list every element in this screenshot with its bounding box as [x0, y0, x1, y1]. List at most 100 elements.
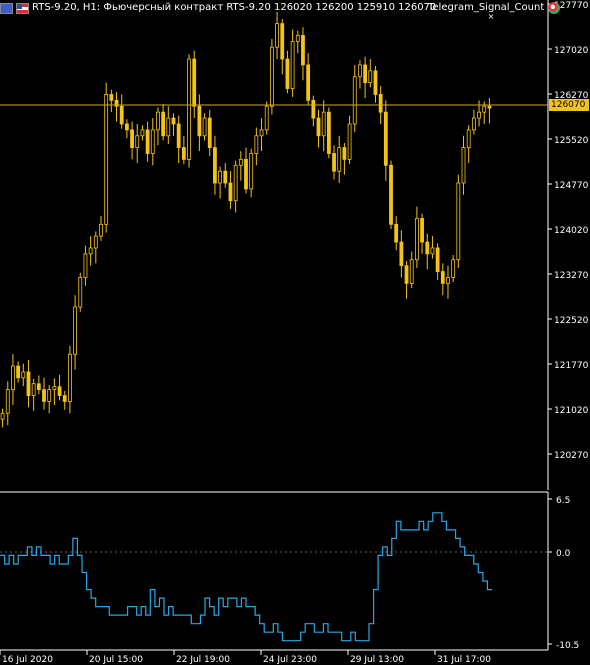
- indicator-axis: 6.5 0.0 -10.5: [548, 496, 579, 651]
- candle-body: [295, 35, 300, 42]
- candle-body: [233, 164, 238, 202]
- candle-body: [161, 111, 166, 137]
- candle-body: [78, 277, 83, 308]
- candle-body: [321, 111, 326, 137]
- candle-body: [415, 218, 419, 261]
- candle-body: [192, 58, 197, 107]
- candle-body: [404, 265, 409, 284]
- time-tick-label: 20 Jul 15:00: [89, 655, 143, 665]
- candle-body: [316, 117, 321, 137]
- candle-body: [269, 46, 274, 107]
- candle-body: [16, 365, 21, 379]
- candle-body: [451, 259, 456, 278]
- time-tick-label: 22 Jul 19:00: [176, 655, 230, 665]
- chart-canvas[interactable]: 1277701270201262701255201247701240201232…: [0, 0, 590, 665]
- price-tick-label: 124770: [554, 181, 589, 191]
- candle-body: [187, 58, 191, 160]
- flag-icon-us: [16, 2, 29, 14]
- symbol-info: RTS-9.20, H1: Фьючерсный контракт RTS-9.…: [32, 2, 437, 13]
- candle-body: [156, 111, 160, 131]
- candle-body: [461, 147, 466, 184]
- candle-body: [57, 386, 62, 396]
- candle-body: [119, 105, 124, 125]
- candle-body: [456, 182, 461, 261]
- candle-body: [477, 111, 481, 119]
- candle-body: [135, 135, 140, 148]
- candle-body: [471, 117, 476, 131]
- candle-body: [409, 259, 414, 284]
- time-tick-label: 31 Jul 17:00: [437, 655, 491, 665]
- candle-body: [109, 94, 114, 101]
- candle-body: [73, 306, 77, 355]
- price-tick-label: 123270: [554, 271, 589, 281]
- candle-body: [399, 241, 404, 267]
- candle-body: [88, 247, 93, 255]
- price-tick-label: 127020: [554, 46, 589, 56]
- candle-body: [47, 389, 52, 402]
- candle-body: [62, 395, 67, 402]
- close-icon[interactable]: ×: [487, 13, 495, 21]
- candle-body: [280, 23, 285, 60]
- candle-body: [166, 117, 171, 137]
- candle-body: [238, 158, 243, 166]
- candle-body: [11, 365, 15, 391]
- chart-header: RTS-9.20, H1: Фьючерсный контракт RTS-9.…: [0, 0, 436, 16]
- candle-body: [99, 223, 103, 237]
- candle-body: [347, 123, 352, 160]
- candle-body: [31, 383, 36, 396]
- candle-body: [42, 389, 46, 402]
- candle-body: [202, 117, 207, 137]
- candle-body: [352, 76, 357, 125]
- candle-body: [213, 147, 217, 184]
- candle-body: [150, 129, 155, 154]
- candle-body: [430, 247, 435, 255]
- candle-body: [378, 94, 383, 113]
- candle-body: [259, 129, 264, 137]
- price-tick-label: 121020: [554, 406, 589, 416]
- candle-body: [326, 111, 331, 154]
- candle-body: [207, 117, 212, 148]
- time-tick-label: 29 Jul 13:00: [350, 655, 404, 665]
- candle-body: [21, 371, 26, 379]
- indicator-icon[interactable]: [548, 2, 561, 14]
- time-tick-label: 16 Jul 2020: [2, 655, 53, 665]
- candle-body: [36, 383, 41, 391]
- price-tick-label: 122520: [554, 316, 589, 326]
- time-axis: 16 Jul 2020 20 Jul 15:00 22 Jul 19:00 24 Ju…: [0, 650, 491, 665]
- candle-body: [290, 40, 295, 89]
- candle-body: [176, 123, 181, 148]
- candle-body: [373, 70, 378, 95]
- candle-body: [466, 129, 471, 148]
- candle-body: [26, 371, 31, 396]
- candle-body: [425, 241, 430, 255]
- candle-body: [337, 147, 342, 172]
- candle-body: [487, 105, 492, 109]
- price-tick-label: 121770: [554, 361, 589, 371]
- price-tick-label: 124020: [554, 226, 589, 236]
- time-tick-label: 24 Jul 23:00: [263, 655, 317, 665]
- price-axis: 1277701270201262701255201247701240201232…: [548, 1, 589, 461]
- candle-body: [368, 70, 373, 84]
- candle-body: [435, 247, 440, 272]
- candle-body: [332, 153, 336, 172]
- candle-body: [363, 64, 368, 84]
- candle-body: [285, 58, 290, 89]
- candle-body: [93, 235, 98, 249]
- candle-body: [306, 64, 311, 101]
- candle-body: [130, 129, 134, 148]
- candle-body: [140, 129, 145, 137]
- flag-icon: [0, 2, 13, 14]
- candle-body: [264, 105, 269, 131]
- candle-body: [244, 158, 248, 190]
- candle-body: [275, 23, 279, 48]
- candle-body: [394, 223, 399, 243]
- indicator-tick-label: 6.5: [556, 496, 570, 506]
- indicator-line: [0, 512, 492, 642]
- candle-body: [124, 123, 129, 131]
- candle-body: [145, 129, 150, 154]
- candle-body: [0, 412, 5, 420]
- candle-body: [311, 99, 316, 119]
- candle-body: [301, 35, 305, 66]
- candle-body: [420, 218, 424, 243]
- candle-body: [223, 170, 228, 184]
